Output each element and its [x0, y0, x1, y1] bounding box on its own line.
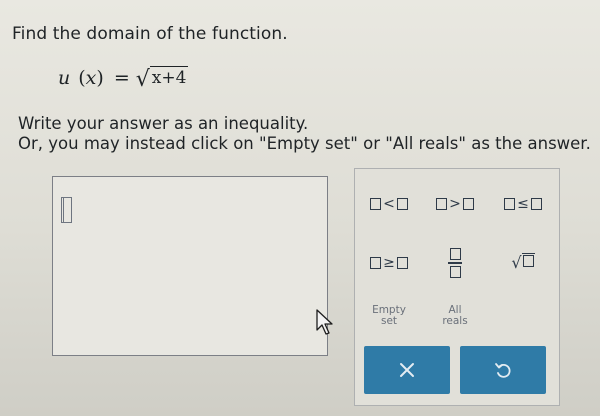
undo-button[interactable] [460, 346, 546, 394]
greater-equal-key[interactable]: ≥ [361, 251, 417, 275]
greater-than-key[interactable]: > [427, 193, 483, 215]
function-expression: u (x) = √ x+4 [58, 66, 189, 92]
question-prompt: Find the domain of the function. [12, 24, 288, 44]
fraction-key[interactable] [427, 247, 483, 279]
function-name: u [58, 67, 71, 89]
square-root-expression: √ x+4 [135, 66, 189, 92]
equals-sign: = [113, 67, 130, 89]
close-icon [400, 363, 414, 377]
undo-icon [495, 363, 511, 378]
clear-button[interactable] [364, 346, 450, 394]
instruction-line-2: Or, you may instead click on "Empty set"… [18, 134, 591, 153]
instruction-line-1: Write your answer as an inequality. [18, 114, 309, 133]
answer-input[interactable] [52, 176, 328, 356]
radical-symbol: √ [135, 67, 150, 92]
function-argument: (x) [78, 67, 104, 89]
square-root-key[interactable]: √ [495, 249, 551, 275]
radicand: x+4 [149, 66, 189, 88]
less-than-key[interactable]: < [361, 193, 417, 215]
empty-set-key[interactable]: Empty set [361, 299, 417, 333]
cursor-pointer-icon [316, 309, 333, 335]
input-cursor [61, 197, 72, 223]
less-equal-key[interactable]: ≤ [495, 193, 551, 215]
all-reals-key[interactable]: All reals [427, 299, 483, 333]
